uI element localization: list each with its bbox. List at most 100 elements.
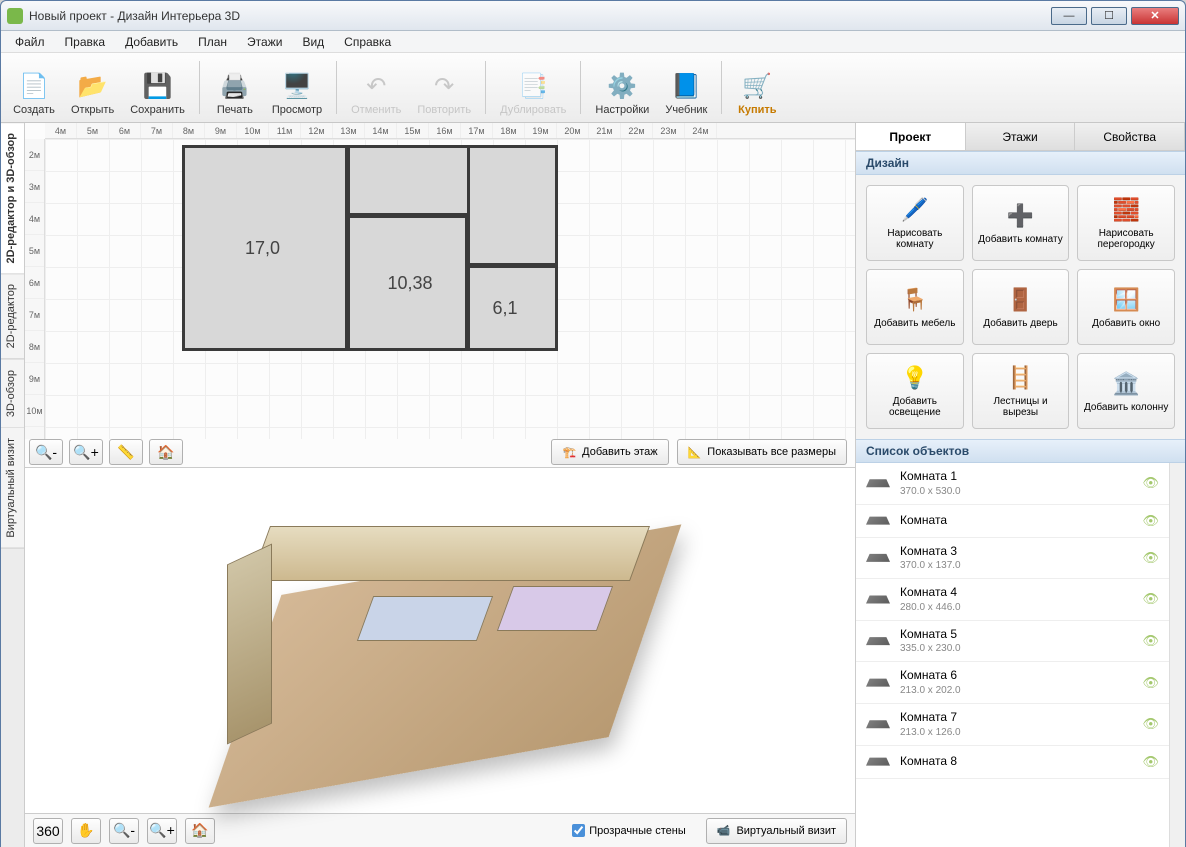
settings-icon: ⚙️ (606, 70, 638, 102)
menu-6[interactable]: Справка (334, 31, 401, 52)
new-icon: 📄 (18, 70, 50, 102)
help-icon: 📘 (670, 70, 702, 102)
tool-card-8[interactable]: 🏛️Добавить колонну (1077, 353, 1175, 429)
objects-section-header: Список объектов (856, 439, 1185, 463)
toolbar-label: Отменить (351, 104, 401, 116)
object-item-1[interactable]: Комната👁 (856, 505, 1169, 538)
room-1[interactable]: 10,38 (350, 218, 465, 348)
toolbar-save-button[interactable]: 💾Сохранить (124, 57, 191, 118)
room-icon (866, 631, 890, 651)
right-panel-tabs: ПроектЭтажиСвойства (856, 123, 1185, 151)
undo-icon: ↶ (360, 70, 392, 102)
visibility-icon[interactable]: 👁 (1142, 513, 1159, 529)
3d-view-area[interactable] (25, 468, 855, 813)
objects-list[interactable]: Комната 1370.0 x 530.0👁Комната👁Комната 3… (856, 463, 1169, 847)
plan-view-tools: 🔍- 🔍+ 📏 🏠 (29, 439, 183, 465)
tool-icon: 🏛️ (1112, 370, 1140, 398)
menu-3[interactable]: План (188, 31, 237, 52)
right-tab-0[interactable]: Проект (856, 123, 966, 150)
room-4[interactable] (470, 148, 555, 263)
toolbar-label: Настройки (595, 104, 649, 116)
add-floor-button[interactable]: 🏗️Добавить этаж (551, 439, 668, 465)
toolbar-preview-button[interactable]: 🖥️Просмотр (266, 57, 328, 118)
room-icon (866, 752, 890, 772)
room-icon (866, 548, 890, 568)
toolbar-new-button[interactable]: 📄Создать (7, 57, 61, 118)
tool-card-5[interactable]: 🪟Добавить окно (1077, 269, 1175, 345)
toolbar-label: Повторить (417, 104, 471, 116)
menu-5[interactable]: Вид (292, 31, 334, 52)
objects-scrollbar[interactable] (1169, 463, 1185, 847)
zoom-in-3d-button[interactable]: 🔍+ (147, 818, 177, 844)
right-tab-2[interactable]: Свойства (1075, 123, 1185, 150)
object-item-0[interactable]: Комната 1370.0 x 530.0👁 (856, 463, 1169, 505)
maximize-button[interactable]: ☐ (1091, 7, 1127, 25)
tool-icon: ➕ (1006, 202, 1034, 230)
app-icon (7, 8, 23, 24)
tool-card-6[interactable]: 💡Добавить освещение (866, 353, 964, 429)
vtab-2[interactable]: 3D-обзор (1, 360, 24, 428)
tool-card-3[interactable]: 🪑Добавить мебель (866, 269, 964, 345)
tool-icon: 🚪 (1006, 286, 1034, 314)
tool-card-4[interactable]: 🚪Добавить дверь (972, 269, 1070, 345)
zoom-in-button[interactable]: 🔍+ (69, 439, 103, 465)
visibility-icon[interactable]: 👁 (1142, 475, 1159, 491)
rotate360-button[interactable]: 360 (33, 818, 63, 844)
room-icon (866, 589, 890, 609)
room-2[interactable]: 6,1 (470, 268, 555, 348)
toolbar-open-button[interactable]: 📂Открыть (65, 57, 120, 118)
object-item-2[interactable]: Комната 3370.0 x 137.0👁 (856, 538, 1169, 580)
object-item-6[interactable]: Комната 7213.0 x 126.0👁 (856, 704, 1169, 746)
show-dimensions-button[interactable]: 📐Показывать все размеры (677, 439, 847, 465)
2d-plan-area[interactable]: 4м5м6м7м8м9м10м11м12м13м14м15м16м17м18м1… (25, 123, 855, 468)
menu-4[interactable]: Этажи (237, 31, 292, 52)
virtual-visit-button[interactable]: 📹Виртуальный визит (706, 818, 847, 844)
ruler-vertical: 2м3м4м5м6м7м8м9м10м (25, 139, 45, 439)
tool-icon: 🖊️ (901, 196, 929, 224)
home-view-button[interactable]: 🏠 (149, 439, 183, 465)
visibility-icon[interactable]: 👁 (1142, 675, 1159, 691)
design-section-header: Дизайн (856, 151, 1185, 175)
zoom-out-3d-button[interactable]: 🔍- (109, 818, 139, 844)
menu-0[interactable]: Файл (5, 31, 55, 52)
minimize-button[interactable]: — (1051, 7, 1087, 25)
transparent-walls-checkbox[interactable]: Прозрачные стены (572, 824, 685, 837)
tool-icon: 🪜 (1006, 364, 1034, 392)
visibility-icon[interactable]: 👁 (1142, 754, 1159, 770)
object-item-4[interactable]: Комната 5335.0 x 230.0👁 (856, 621, 1169, 663)
right-tab-1[interactable]: Этажи (966, 123, 1076, 150)
menu-1[interactable]: Правка (55, 31, 116, 52)
tool-card-0[interactable]: 🖊️Нарисовать комнату (866, 185, 964, 261)
house-3d-model[interactable] (225, 516, 655, 776)
room-icon (866, 473, 890, 493)
tool-card-2[interactable]: 🧱Нарисовать перегородку (1077, 185, 1175, 261)
toolbar-label: Дублировать (500, 104, 566, 116)
tool-card-1[interactable]: ➕Добавить комнату (972, 185, 1070, 261)
toolbar-print-button[interactable]: 🖨️Печать (208, 57, 262, 118)
toolbar-buy-button[interactable]: 🛒Купить (730, 57, 784, 118)
object-item-5[interactable]: Комната 6213.0 x 202.0👁 (856, 662, 1169, 704)
tool-card-7[interactable]: 🪜Лестницы и вырезы (972, 353, 1070, 429)
home-3d-button[interactable]: 🏠 (185, 818, 215, 844)
close-button[interactable]: ✕ (1131, 7, 1179, 25)
visibility-icon[interactable]: 👁 (1142, 550, 1159, 566)
visibility-icon[interactable]: 👁 (1142, 716, 1159, 732)
measure-button[interactable]: 📏 (109, 439, 143, 465)
room-icon (866, 673, 890, 693)
room-icon (866, 511, 890, 531)
visibility-icon[interactable]: 👁 (1142, 633, 1159, 649)
object-item-3[interactable]: Комната 4280.0 x 446.0👁 (856, 579, 1169, 621)
vtab-1[interactable]: 2D-редактор (1, 274, 24, 359)
pan-button[interactable]: ✋ (71, 818, 101, 844)
toolbar-settings-button[interactable]: ⚙️ Настройки (589, 57, 655, 118)
room-0[interactable]: 17,0 (185, 148, 345, 348)
menu-2[interactable]: Добавить (115, 31, 188, 52)
object-item-7[interactable]: Комната 8👁 (856, 746, 1169, 779)
toolbar-label: Печать (217, 104, 253, 116)
visibility-icon[interactable]: 👁 (1142, 591, 1159, 607)
zoom-out-button[interactable]: 🔍- (29, 439, 63, 465)
vtab-0[interactable]: 2D-редактор и 3D-обзор (1, 123, 24, 274)
vtab-3[interactable]: Виртуальный визит (1, 428, 24, 549)
toolbar-dup-button: 📑Дублировать (494, 57, 572, 118)
toolbar-help-button[interactable]: 📘Учебник (659, 57, 713, 118)
